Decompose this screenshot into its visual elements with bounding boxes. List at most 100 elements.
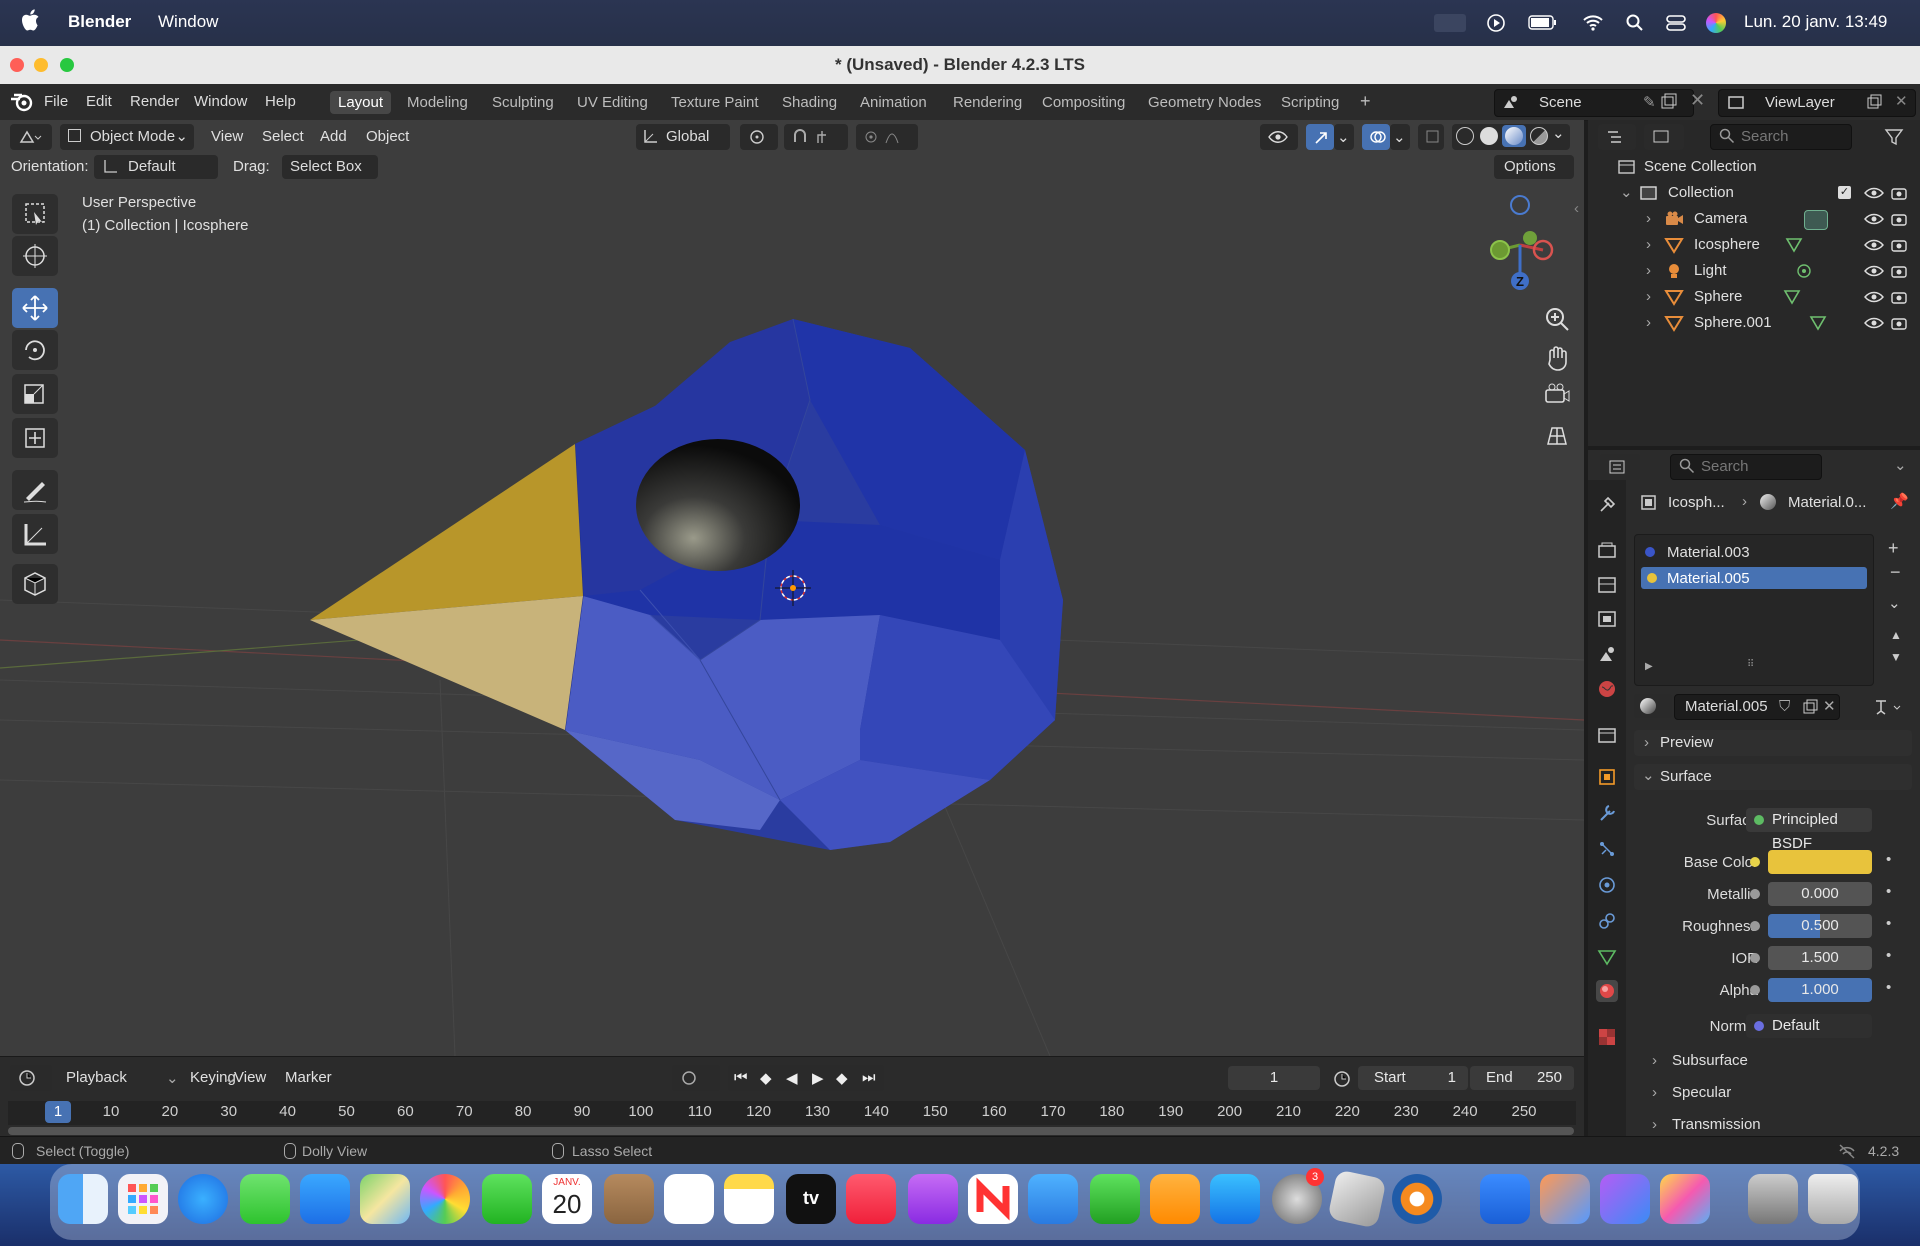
photos-app-icon[interactable] [420,1174,470,1224]
properties-options-chevron-icon[interactable]: ⌄ [1894,456,1907,474]
transform-tool[interactable] [12,418,58,458]
finder-app-icon[interactable] [58,1174,108,1224]
object-data-camera-icon[interactable] [1804,210,1828,234]
jump-start-icon[interactable]: ⏮ [734,1069,748,1086]
eye-visibility-icon[interactable] [1864,211,1884,227]
object-tab-icon[interactable] [1596,766,1618,788]
menu-select[interactable]: Select [262,128,304,145]
base-color-swatch[interactable] [1768,850,1872,874]
siri-icon[interactable] [1706,13,1726,33]
object-data-mesh-icon[interactable] [1808,314,1828,332]
current-frame-field[interactable]: 1 [1228,1066,1320,1090]
outliner-object-name[interactable]: Light [1694,262,1727,279]
alpha-slider[interactable]: 1.000 [1768,978,1872,1002]
view-layer-tab-icon[interactable] [1596,608,1618,630]
calendar-app-icon[interactable]: JANV. 20 [542,1174,592,1224]
resize-grip-icon[interactable]: ⠿ [1747,659,1754,670]
move-slot-up-button[interactable]: ▲ [1890,628,1902,642]
color-picker-app-icon[interactable] [1540,1174,1590,1224]
battery-icon[interactable] [1528,15,1558,31]
texture-tab-icon[interactable] [1596,1026,1618,1048]
notes-app-icon[interactable] [724,1174,774,1224]
proportional-editing-icon[interactable] [856,124,918,150]
menu-add[interactable]: Add [320,128,347,145]
xray-toggle-icon[interactable] [1418,124,1444,150]
visibility-icon[interactable] [1260,124,1298,150]
eye-visibility-icon[interactable] [1864,315,1884,331]
app-menu-blender[interactable]: Blender [68,12,131,32]
add-cube-tool[interactable] [12,564,58,604]
outliner-editor-type-icon[interactable] [1598,124,1636,150]
apple-icon[interactable] [22,9,42,33]
rendered-shading-icon[interactable] [1530,127,1548,145]
properties-search-input[interactable]: Search [1670,454,1822,480]
duplicate-material-icon[interactable] [1803,699,1819,715]
outliner-search-input[interactable]: Search [1710,124,1852,150]
options-dropdown[interactable]: Options [1494,155,1574,179]
system-settings-app-icon[interactable]: 3 [1272,1168,1324,1224]
tab-rendering[interactable]: Rendering [945,91,1030,114]
messages-app-icon[interactable] [240,1174,290,1224]
properties-editor-type-icon[interactable] [1600,454,1640,480]
news-app-icon[interactable] [968,1174,1018,1224]
timeline-scrollbar[interactable] [8,1127,1574,1135]
playback-menu[interactable]: Playback [66,1069,127,1086]
view-menu[interactable]: View [234,1069,266,1086]
overlays-toggle-icon[interactable] [1362,124,1390,150]
fake-user-shield-icon[interactable]: ⛉ [1779,698,1790,715]
outliner-object-name[interactable]: Sphere [1694,288,1742,305]
world-tab-icon[interactable] [1596,678,1618,700]
object-data-mesh-icon[interactable] [1784,236,1804,254]
expand-chevron-icon[interactable]: › [1646,236,1651,253]
preview-app-icon[interactable] [1327,1169,1387,1229]
jump-keyframe-forward-icon[interactable]: ◆ [836,1069,848,1087]
scene-collection-row[interactable]: Scene Collection [1588,154,1920,180]
data-tab-icon[interactable] [1596,946,1618,968]
preview-range-icon[interactable] [1332,1069,1352,1089]
material-slot-row-selected[interactable]: Material.005 [1641,567,1867,589]
numbers-app-icon[interactable] [1090,1174,1140,1224]
surface-shader-field[interactable]: Principled BSDF [1746,808,1872,852]
pages-app-icon[interactable] [1150,1174,1200,1224]
start-frame-field[interactable]: Start 1 [1358,1066,1468,1090]
roughness-slider[interactable]: 0.500 [1768,914,1872,938]
expand-chevron-icon[interactable]: › [1646,210,1651,227]
tab-animation[interactable]: Animation [852,91,935,114]
keyframe-dot-icon[interactable]: • [1886,979,1891,996]
camera-view-icon[interactable] [1540,378,1574,412]
collection-row[interactable]: ⌄ Collection ✓ [1588,180,1920,206]
wifi-icon[interactable] [1582,13,1604,31]
marker-menu[interactable]: Marker [285,1069,332,1086]
exclude-checkbox[interactable]: ✓ [1838,186,1851,199]
filter-icon[interactable] [1884,128,1910,146]
music-app-icon[interactable] [846,1174,896,1224]
collection-tab-icon[interactable] [1596,724,1618,746]
scene-tab-icon[interactable] [1596,644,1618,666]
menu-object[interactable]: Object [366,128,409,145]
outliner-object-row[interactable]: › Camera [1588,206,1920,232]
tab-texture-paint[interactable]: Texture Paint [663,91,767,114]
contacts-app-icon[interactable] [604,1174,654,1224]
outliner-object-row[interactable]: › Sphere [1588,284,1920,310]
metallic-slider[interactable]: 0.000 [1768,882,1872,906]
outliner-object-row[interactable]: › Light [1588,258,1920,284]
preview-panel-header[interactable]: › Preview [1634,730,1912,756]
mode-dropdown[interactable]: Object Mode ⌄ [60,124,194,150]
expand-list-icon[interactable]: ▶ [1645,661,1653,672]
subpanel-specular[interactable]: › Specular [1634,1080,1912,1106]
particles-tab-icon[interactable] [1596,838,1618,860]
breadcrumb-object[interactable]: Icosph... [1668,494,1725,511]
viewlayer-selector[interactable]: ViewLayer ✕ [1718,89,1916,117]
new-viewlayer-icon[interactable] [1867,94,1883,110]
render-camera-icon[interactable] [1890,211,1908,227]
perspective-toggle-icon[interactable] [1540,418,1574,452]
keyframe-dot-icon[interactable]: • [1886,947,1891,964]
object-data-mesh-icon[interactable] [1782,288,1802,306]
overlays-dropdown-icon[interactable]: ⌄ [1390,124,1410,150]
blender-app-icon[interactable] [1392,1174,1442,1224]
menu-file[interactable]: File [44,93,68,110]
socket-icon[interactable] [1750,985,1760,995]
material-name-field[interactable]: Material.005 ⛉ ✕ [1674,694,1840,720]
jump-keyframe-back-icon[interactable]: ◆ [760,1069,772,1087]
surface-panel-header[interactable]: ⌄ Surface [1634,764,1912,790]
